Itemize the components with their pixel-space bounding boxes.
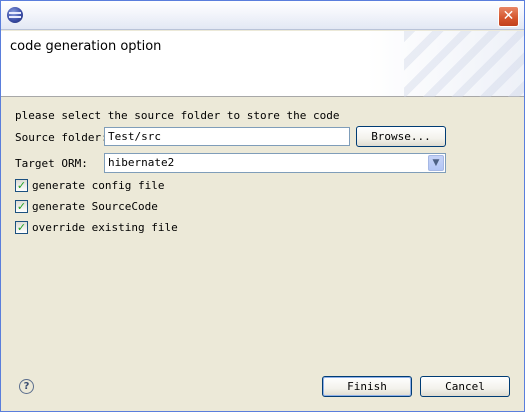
source-folder-input[interactable]: Test/src	[104, 127, 350, 146]
checkmark-icon[interactable]: ✓	[15, 221, 28, 234]
dialog-window: ✕ code generation option please select t…	[0, 0, 525, 412]
target-orm-label: Target ORM:	[15, 157, 88, 170]
target-orm-select[interactable]: hibernate2 ▼	[104, 153, 446, 173]
chevron-down-icon[interactable]: ▼	[428, 155, 444, 171]
page-title: code generation option	[10, 39, 162, 54]
title-bar[interactable]: ✕	[1, 1, 524, 30]
wizard-content: please select the source folder to store…	[1, 98, 524, 358]
option-label: generate SourceCode	[32, 200, 158, 213]
eclipse-icon	[7, 7, 23, 23]
source-folder-label: Source folder:	[15, 131, 108, 144]
cancel-button[interactable]: Cancel	[420, 376, 510, 397]
button-bar: ? Finish Cancel	[1, 361, 524, 411]
browse-button[interactable]: Browse...	[356, 126, 446, 147]
close-button[interactable]: ✕	[498, 6, 519, 27]
option-label: generate config file	[32, 179, 165, 192]
target-orm-value: hibernate2	[108, 156, 175, 169]
option-label: override existing file	[32, 221, 178, 234]
close-icon: ✕	[502, 8, 515, 24]
finish-button[interactable]: Finish	[322, 376, 412, 397]
header-decoration	[404, 31, 524, 97]
instruction-text: please select the source folder to store…	[15, 109, 340, 122]
help-icon[interactable]: ?	[19, 379, 34, 394]
checkmark-icon[interactable]: ✓	[15, 200, 28, 213]
wizard-header: code generation option	[1, 31, 524, 97]
checkmark-icon[interactable]: ✓	[15, 179, 28, 192]
